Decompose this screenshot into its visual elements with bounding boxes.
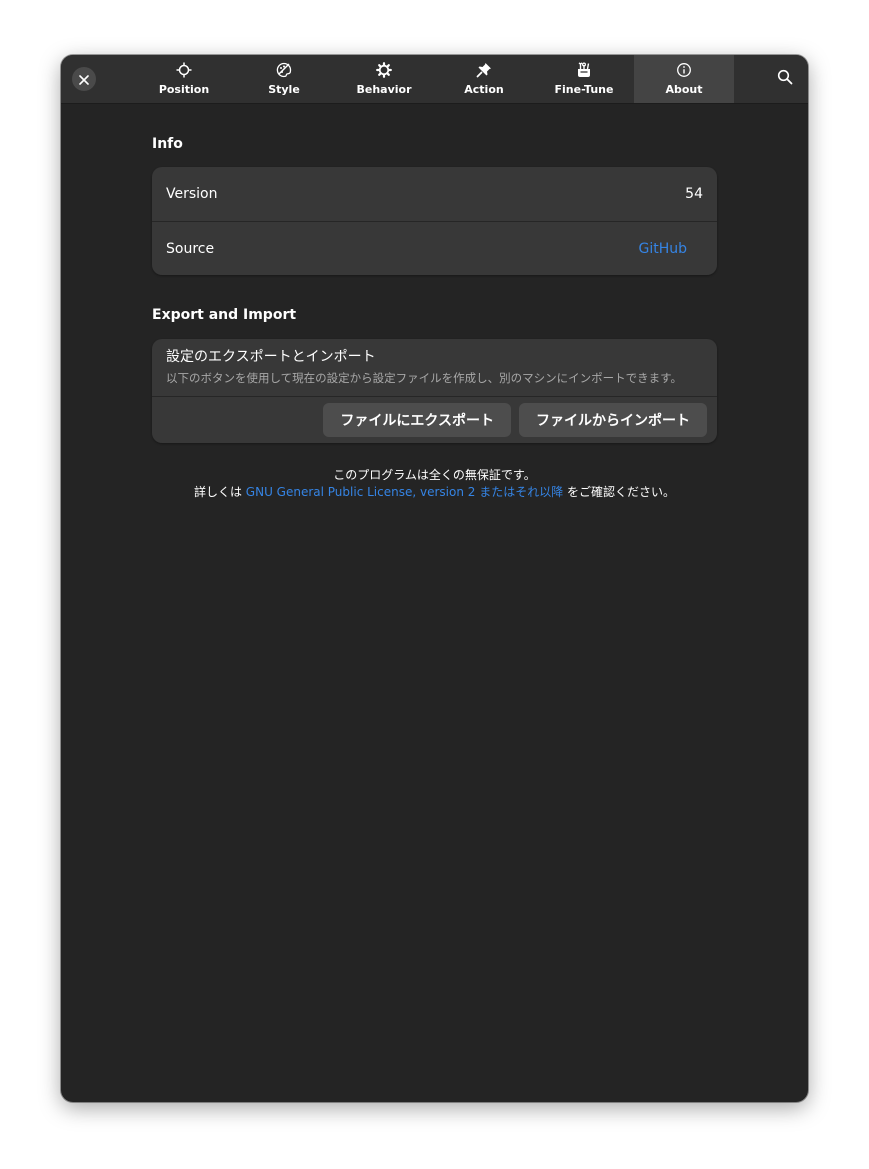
github-link[interactable]: GitHub bbox=[638, 241, 687, 257]
header-bar: Position Style Behavior Action Fine-Tune… bbox=[61, 55, 808, 104]
license-line: 詳しくは GNU General Public License, version… bbox=[152, 484, 717, 501]
export-section-title: Export and Import bbox=[152, 307, 297, 323]
tab-fine-tune[interactable]: Fine-Tune bbox=[534, 55, 634, 103]
tab-label: About bbox=[665, 83, 703, 96]
tab-label: Fine-Tune bbox=[554, 83, 614, 96]
export-import-heading: 設定のエクスポートとインポート bbox=[166, 349, 376, 365]
source-row: Source GitHub bbox=[152, 221, 717, 275]
version-row: Version 54 bbox=[152, 167, 717, 221]
tab-behavior[interactable]: Behavior bbox=[334, 55, 434, 103]
info-section-title: Info bbox=[152, 136, 183, 152]
search-button[interactable] bbox=[774, 68, 796, 90]
info-group: Version 54 Source GitHub bbox=[152, 167, 717, 275]
export-import-description: 設定のエクスポートとインポート 以下のボタンを使用して現在の設定から設定ファイル… bbox=[152, 339, 717, 397]
source-label: Source bbox=[166, 240, 215, 257]
close-button[interactable] bbox=[72, 67, 96, 91]
warranty-text: このプログラムは全くの無保証です。 bbox=[333, 468, 536, 482]
palette-icon bbox=[275, 61, 293, 79]
license-note: このプログラムは全くの無保証です。 詳しくは GNU General Publi… bbox=[152, 467, 717, 501]
export-import-group: 設定のエクスポートとインポート 以下のボタンを使用して現在の設定から設定ファイル… bbox=[152, 339, 717, 443]
version-value: 54 bbox=[685, 186, 703, 202]
tab-label: Behavior bbox=[356, 83, 412, 96]
export-to-file-button[interactable]: ファイルにエクスポート bbox=[323, 403, 511, 437]
close-icon bbox=[79, 70, 89, 89]
tab-position[interactable]: Position bbox=[134, 55, 234, 103]
export-import-subtitle: 以下のボタンを使用して現在の設定から設定ファイルを作成し、別のマシンにインポート… bbox=[166, 371, 682, 385]
export-import-actions: ファイルにエクスポート ファイルからインポート bbox=[152, 397, 717, 443]
preferences-window: Position Style Behavior Action Fine-Tune… bbox=[61, 55, 808, 1102]
version-label: Version bbox=[166, 186, 218, 202]
tools-icon bbox=[575, 61, 593, 79]
tab-label: Style bbox=[268, 83, 300, 96]
tab-action[interactable]: Action bbox=[434, 55, 534, 103]
import-from-file-button[interactable]: ファイルからインポート bbox=[519, 403, 707, 437]
info-icon bbox=[675, 61, 693, 79]
tab-about[interactable]: About bbox=[634, 55, 734, 103]
license-link[interactable]: GNU General Public License, version 2 また… bbox=[246, 485, 563, 499]
tab-bar: Position Style Behavior Action Fine-Tune… bbox=[134, 55, 734, 103]
search-icon bbox=[777, 69, 793, 89]
crosshair-icon bbox=[175, 61, 193, 79]
about-page: Info Version 54 Source GitHub Export and… bbox=[152, 103, 717, 501]
license-suffix: をご確認ください。 bbox=[563, 485, 676, 499]
tab-style[interactable]: Style bbox=[234, 55, 334, 103]
tab-label: Action bbox=[464, 83, 504, 96]
tab-label: Position bbox=[158, 83, 210, 96]
pin-icon bbox=[475, 61, 493, 79]
license-prefix: 詳しくは bbox=[193, 485, 246, 499]
gear-icon bbox=[375, 61, 393, 79]
